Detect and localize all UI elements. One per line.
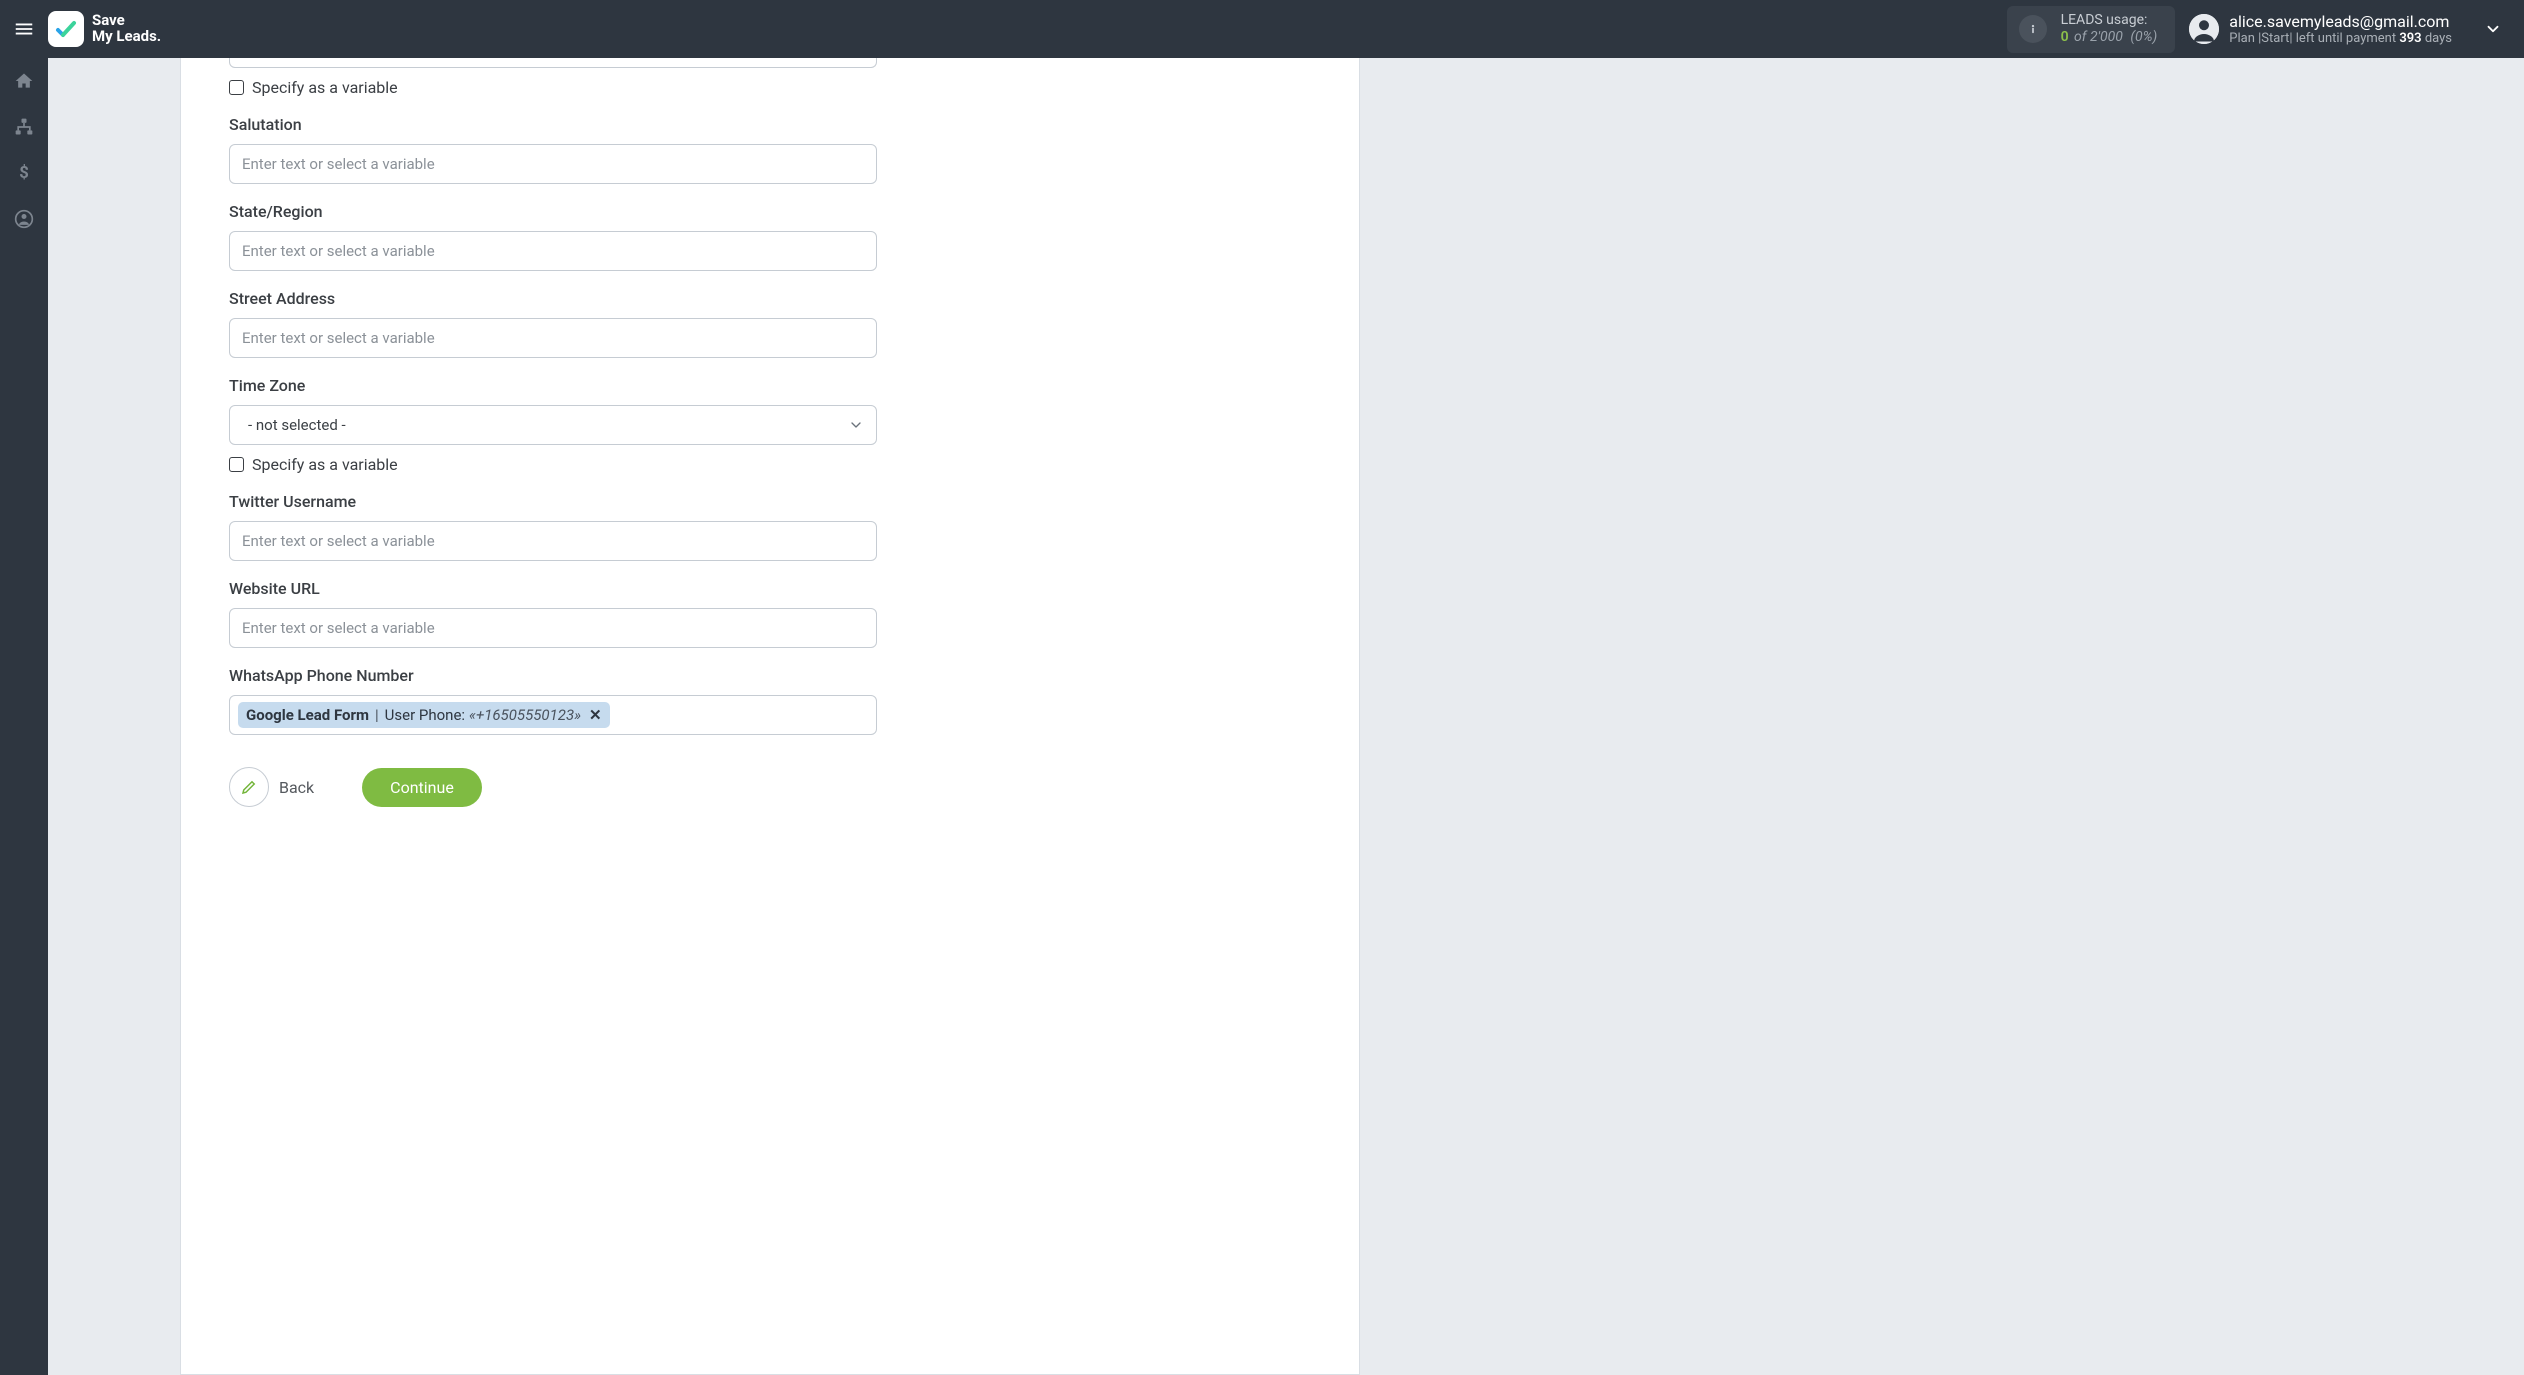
usage-values: 0 of 2'000 (0%): [2061, 29, 2158, 47]
label-street-address: Street Address: [229, 289, 1311, 308]
home-icon: [14, 71, 34, 91]
usage-text: LEADS usage: 0 of 2'000 (0%): [2061, 12, 2158, 47]
avatar: [2189, 14, 2219, 44]
check-icon: [54, 17, 78, 41]
main-area: Specify as a variable Salutation State/R…: [48, 58, 2524, 1375]
field-salutation: Salutation: [229, 115, 1311, 184]
select-value: - not selected -: [242, 416, 346, 434]
select-time-zone[interactable]: - not selected -: [229, 405, 877, 445]
user-text: alice.savemyleads@gmail.com Plan |Start|…: [2229, 12, 2452, 47]
app-header: Save My Leads. LEADS usage: 0 of 2'000 (…: [0, 0, 2524, 58]
chevron-down-icon: [848, 417, 864, 433]
sidebar: $: [0, 58, 48, 1375]
user-email: alice.savemyleads@gmail.com: [2229, 12, 2452, 31]
hamburger-icon: [13, 18, 35, 40]
user-menu[interactable]: alice.savemyleads@gmail.com Plan |Start|…: [2189, 12, 2516, 47]
sidebar-item-connections[interactable]: [0, 104, 48, 150]
usage-widget[interactable]: LEADS usage: 0 of 2'000 (0%): [2007, 6, 2176, 53]
pencil-icon: [229, 767, 269, 807]
label-website-url: Website URL: [229, 579, 1311, 598]
label-time-zone: Time Zone: [229, 376, 1311, 395]
form-card: Specify as a variable Salutation State/R…: [180, 58, 1360, 1375]
checkbox-icon: [229, 80, 244, 95]
input-website-url[interactable]: [229, 608, 877, 648]
user-icon: [2189, 14, 2219, 44]
brand-logo[interactable]: Save My Leads.: [48, 11, 161, 47]
menu-button[interactable]: [0, 0, 48, 58]
input-street-address[interactable]: [229, 318, 877, 358]
clipped-select[interactable]: [229, 58, 877, 68]
field-time-zone: Time Zone - not selected - Specify as a …: [229, 376, 1311, 474]
specify-variable-checkbox-1[interactable]: Specify as a variable: [229, 78, 1311, 97]
input-whatsapp-phone[interactable]: Google Lead Form | User Phone: «+1650555…: [229, 695, 877, 735]
sidebar-item-billing[interactable]: $: [0, 150, 48, 196]
field-whatsapp-phone: WhatsApp Phone Number Google Lead Form |…: [229, 666, 1311, 735]
label-salutation: Salutation: [229, 115, 1311, 134]
field-website-url: Website URL: [229, 579, 1311, 648]
input-twitter-username[interactable]: [229, 521, 877, 561]
input-salutation[interactable]: [229, 144, 877, 184]
chevron-down-icon: [2484, 20, 2502, 38]
checkbox-label: Specify as a variable: [252, 455, 398, 474]
label-state-region: State/Region: [229, 202, 1311, 221]
svg-text:$: $: [19, 164, 29, 183]
label-whatsapp-phone: WhatsApp Phone Number: [229, 666, 1311, 685]
input-state-region[interactable]: [229, 231, 877, 271]
field-twitter-username: Twitter Username: [229, 492, 1311, 561]
field-street-address: Street Address: [229, 289, 1311, 358]
tag-field: User Phone:: [385, 706, 465, 724]
field-state-region: State/Region: [229, 202, 1311, 271]
variable-tag[interactable]: Google Lead Form | User Phone: «+1650555…: [238, 702, 610, 728]
dollar-icon: $: [14, 163, 34, 183]
tag-remove-icon[interactable]: ✕: [589, 706, 602, 724]
label-twitter-username: Twitter Username: [229, 492, 1311, 511]
tag-source: Google Lead Form: [246, 706, 369, 724]
sidebar-item-account[interactable]: [0, 196, 48, 242]
usage-label: LEADS usage:: [2061, 12, 2158, 30]
back-label: Back: [279, 778, 314, 797]
continue-button[interactable]: Continue: [362, 768, 482, 807]
tag-value: «+16505550123»: [469, 706, 581, 724]
button-row: Back Continue: [229, 767, 1311, 807]
user-circle-icon: [14, 209, 34, 229]
plan-text: Plan |Start| left until payment 393 days: [2229, 31, 2452, 47]
back-button[interactable]: Back: [229, 767, 314, 807]
specify-variable-checkbox-2[interactable]: Specify as a variable: [229, 455, 1311, 474]
sitemap-icon: [14, 117, 34, 137]
checkbox-label: Specify as a variable: [252, 78, 398, 97]
checkbox-icon: [229, 457, 244, 472]
brand-badge: [48, 11, 84, 47]
sidebar-item-home[interactable]: [0, 58, 48, 104]
info-icon: [2019, 15, 2047, 43]
brand-text: Save My Leads.: [92, 13, 161, 45]
